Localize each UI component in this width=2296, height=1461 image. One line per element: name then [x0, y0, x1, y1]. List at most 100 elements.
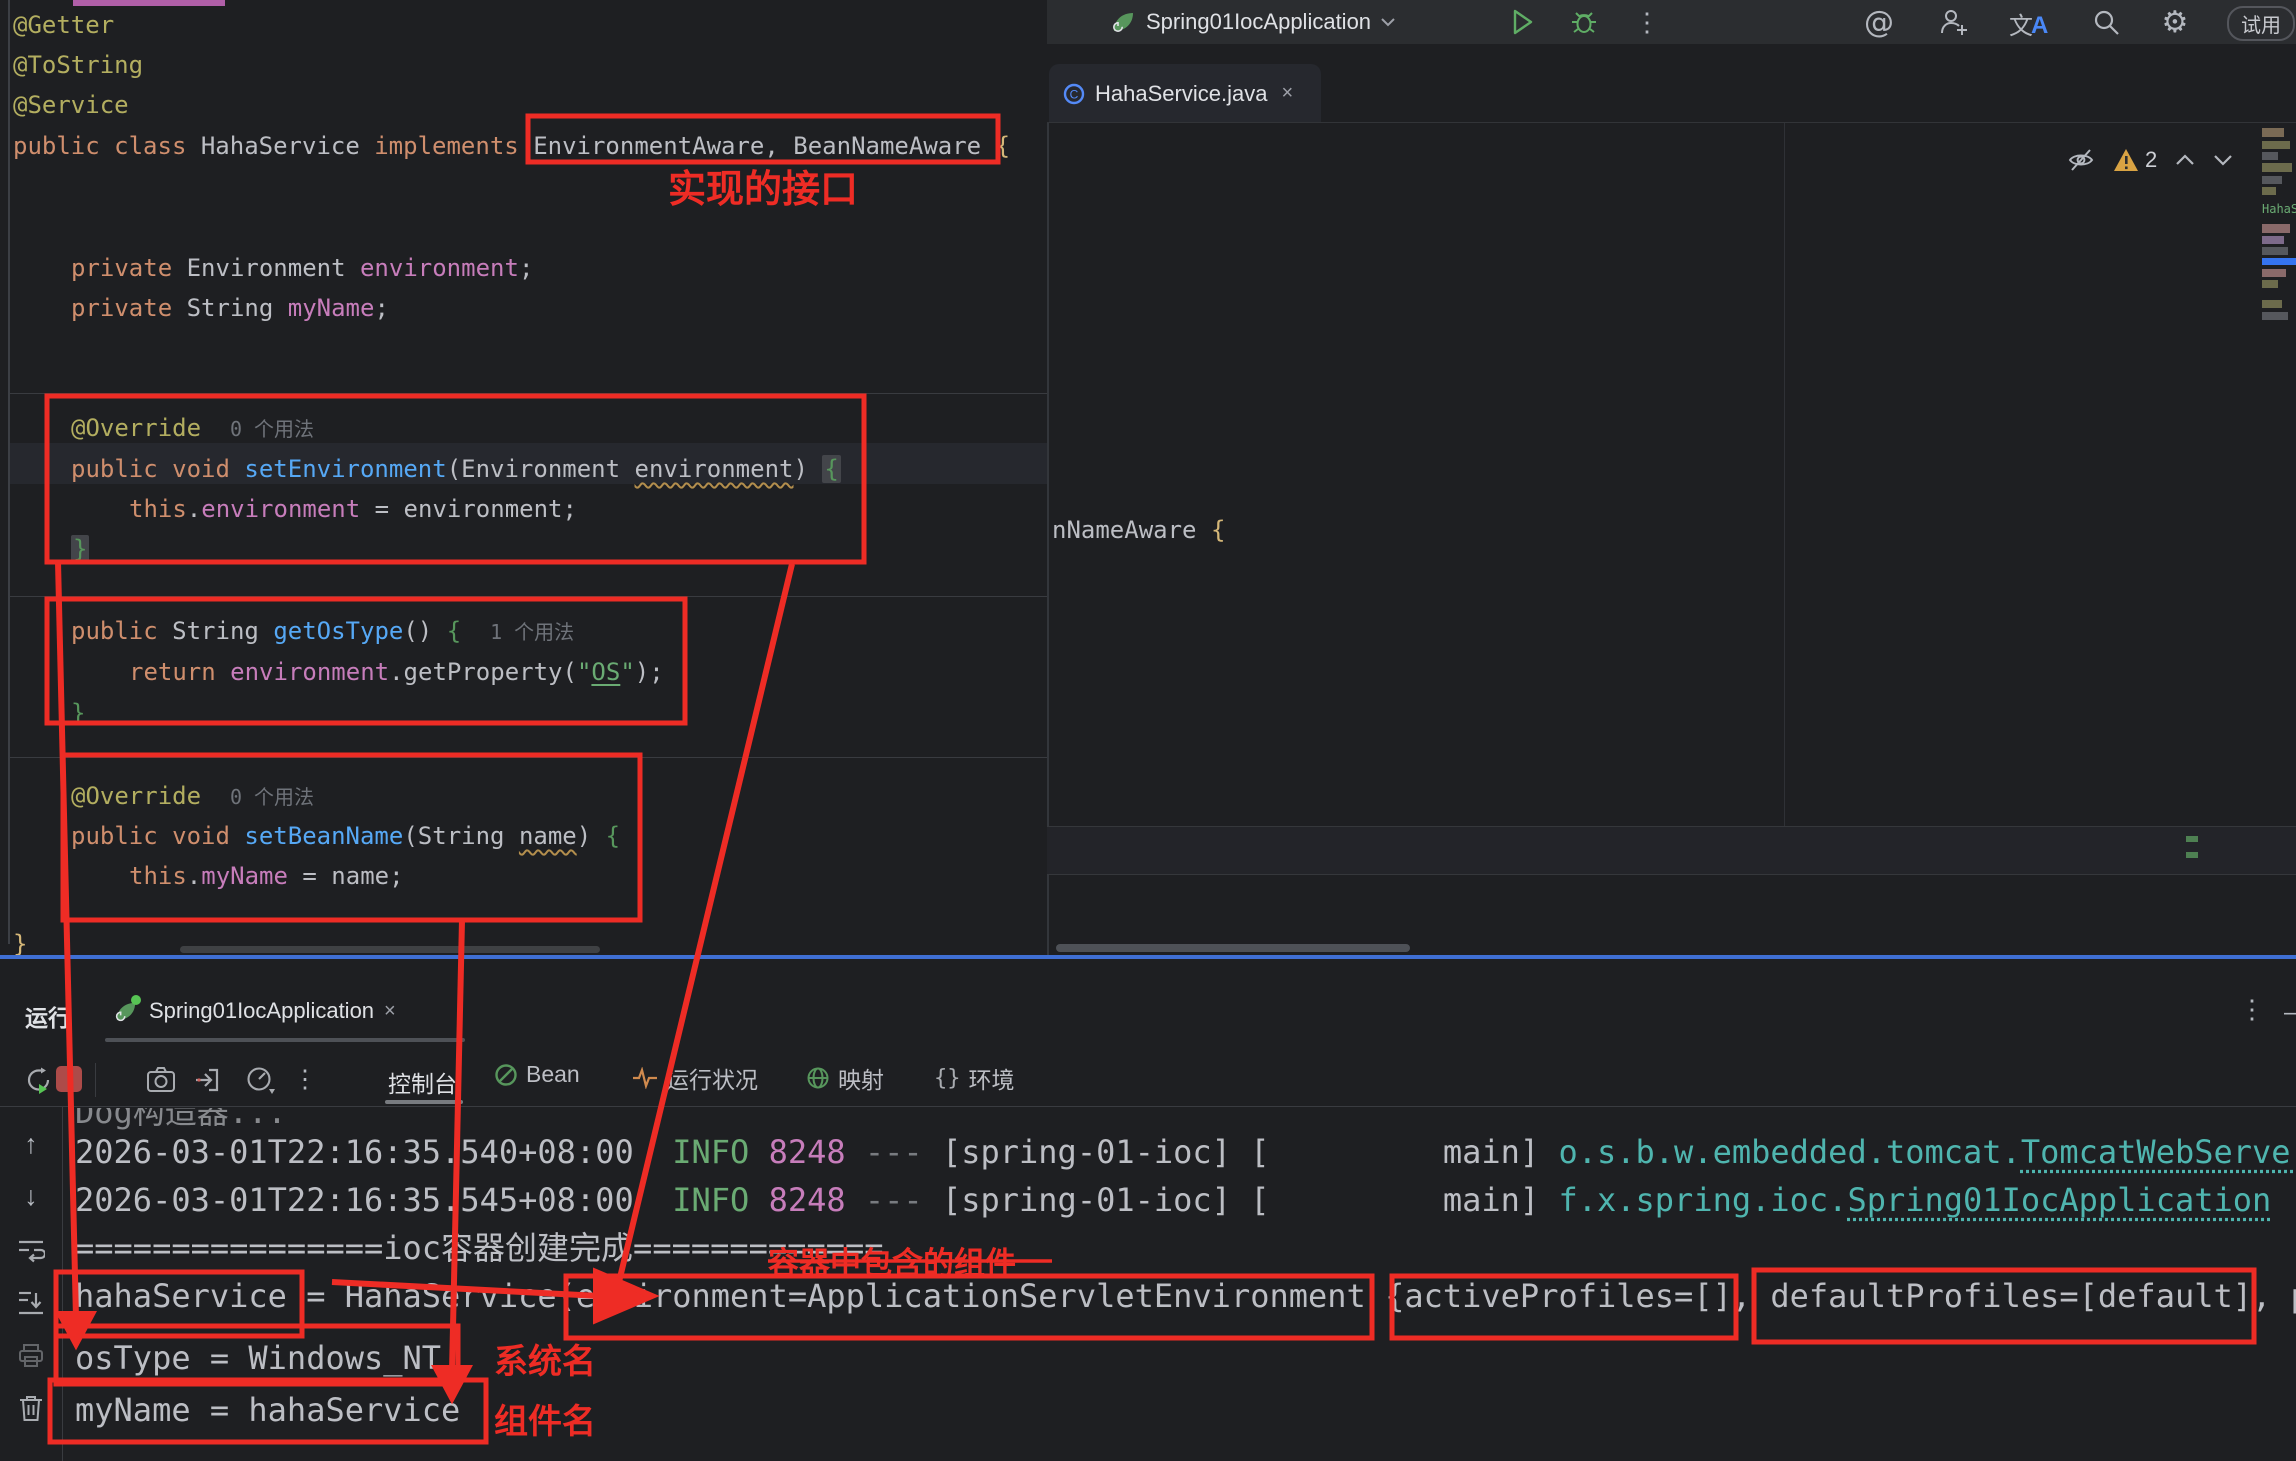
scroll-down-icon[interactable]: ↓	[16, 1181, 46, 1211]
code-line[interactable]: public String getOsType() { 1 个用法	[71, 611, 574, 652]
code-line[interactable]: @Service	[13, 85, 129, 125]
run-configuration-select[interactable]: Spring01IocApplication	[1109, 4, 1396, 40]
clear-console-icon[interactable]	[16, 1393, 46, 1423]
spring-boot-icon	[112, 998, 139, 1025]
scroll-up-icon[interactable]: ↑	[16, 1129, 46, 1159]
ide-window: @Getter @ToString @Service public class …	[0, 0, 2296, 1461]
annotation-component-label: 组件名	[494, 1394, 596, 1443]
prev-problem-icon[interactable]	[2175, 154, 2195, 166]
debug-button[interactable]	[1567, 6, 1601, 38]
tab-console[interactable]: 控制台	[388, 1065, 457, 1099]
code-line[interactable]: }	[71, 693, 85, 733]
trial-button[interactable]: 试用	[2227, 6, 2295, 41]
search-icon[interactable]	[2087, 4, 2125, 40]
run-tab[interactable]: Spring01IocApplication ×	[112, 989, 396, 1033]
tab-mappings[interactable]: 映射	[806, 1061, 884, 1095]
main-toolbar: Spring01IocApplication ⋮ @ 文 A ⚙ 试用	[1047, 0, 2296, 44]
run-title[interactable]: 运行	[25, 999, 71, 1033]
warnings-badge[interactable]: 2	[2113, 147, 2157, 173]
code-line[interactable]: @Override 0 个用法	[71, 776, 314, 817]
code-line[interactable]: this.myName = name;	[129, 856, 404, 896]
svg-text:C: C	[1070, 87, 1079, 101]
method-separator	[10, 596, 1047, 597]
stop-button[interactable]	[56, 1066, 82, 1092]
run-panel-more-icon[interactable]: ⋮	[2240, 991, 2264, 1027]
add-user-icon[interactable]	[1933, 4, 1973, 40]
thread-dump-icon[interactable]	[190, 1063, 224, 1097]
tab-title: HahaService.java	[1095, 81, 1267, 107]
minimap[interactable]: HahaSe	[2262, 128, 2296, 448]
change-marker	[2186, 852, 2198, 858]
run-button[interactable]	[1507, 7, 1539, 37]
annotation-interfaces-label: 实现的接口	[668, 158, 858, 213]
console-line: 2026-03-01T22:16:35.540+08:00 INFO 8248 …	[75, 1129, 2296, 1175]
chevron-down-icon	[1380, 17, 1396, 27]
inspection-widget: 2	[2067, 143, 2233, 177]
editor-tab-bar: C HahaService.java ×	[1047, 44, 2296, 123]
console-line: hahaService = HahaService(environment=Ap…	[75, 1273, 2296, 1319]
code-line[interactable]: public void setEnvironment(Environment e…	[71, 449, 841, 489]
tab-bean[interactable]: Bean	[494, 1061, 580, 1088]
tab-close-icon[interactable]: ×	[1281, 82, 1293, 105]
toolbar-divider	[95, 1063, 96, 1097]
toolbar-more-icon[interactable]: ⋮	[1635, 4, 1659, 40]
highlight-off-icon[interactable]	[2067, 146, 2095, 174]
spring-boot-icon	[1109, 8, 1137, 36]
minimap-class-label: HahaSe	[2262, 202, 2296, 216]
right-margin-guide	[1784, 123, 1785, 827]
settings-icon[interactable]: ⚙	[2155, 2, 2195, 42]
code-line-partial[interactable]: nNameAware {	[1052, 510, 1225, 550]
tab-environment[interactable]: {} 环境	[934, 1061, 1015, 1095]
rerun-button[interactable]	[22, 1063, 56, 1097]
screenshot-icon[interactable]	[144, 1063, 178, 1097]
run-configuration-name: Spring01IocApplication	[1146, 9, 1371, 35]
code-line[interactable]: private Environment environment;	[71, 248, 533, 288]
next-problem-icon[interactable]	[2213, 154, 2233, 166]
code-line[interactable]: public class HahaService implements Envi…	[13, 126, 1010, 166]
code-line[interactable]: public void setBeanName(String name) {	[71, 816, 620, 856]
method-separator	[10, 757, 1047, 758]
soft-wrap-icon[interactable]	[16, 1235, 46, 1265]
right-editor-hscrollbar[interactable]	[1056, 944, 1410, 952]
code-line[interactable]: @ToString	[13, 45, 143, 85]
health-pulse-icon	[632, 1067, 658, 1089]
class-icon: C	[1063, 83, 1085, 105]
scroll-to-end-icon[interactable]	[16, 1287, 46, 1317]
code-line[interactable]: }	[71, 529, 89, 569]
console-left-strip: ↑ ↓	[0, 1107, 63, 1461]
annotation-os-label: 系统名	[494, 1334, 596, 1383]
tab-hahaservice[interactable]: C HahaService.java ×	[1049, 64, 1321, 123]
translate-icon[interactable]: 文 A	[2009, 4, 2055, 40]
code-line[interactable]: private String myName;	[71, 288, 389, 328]
console-more-icon[interactable]: ⋮	[294, 1061, 316, 1097]
right-editor-pane: nNameAware { 2 HahaSe	[1047, 123, 2296, 955]
annotation-container-label: 容器中包含的组件	[768, 1238, 1016, 1283]
trial-label: 试用	[2241, 9, 2281, 38]
left-editor-hscrollbar[interactable]	[180, 946, 600, 953]
hide-panel-icon[interactable]: –	[2284, 999, 2296, 1027]
print-icon[interactable]	[16, 1341, 46, 1371]
console-top-border	[0, 1106, 2296, 1107]
console-line: myName = hahaService	[75, 1387, 460, 1433]
running-indicator	[131, 995, 141, 1005]
braces-icon: {}	[934, 1066, 961, 1091]
console-line: osType = Windows_NT	[75, 1335, 441, 1381]
code-line[interactable]: return environment.getProperty("OS");	[129, 652, 664, 692]
globe-icon	[806, 1066, 830, 1090]
ai-assistant-icon[interactable]: @	[1859, 2, 1899, 42]
run-tab-underline	[105, 1038, 465, 1042]
code-line[interactable]: this.environment = environment;	[129, 489, 577, 529]
run-tab-close-icon[interactable]: ×	[384, 1000, 396, 1023]
change-marker	[2186, 836, 2198, 842]
bean-icon	[494, 1063, 518, 1087]
code-line[interactable]: @Getter	[13, 5, 114, 45]
tab-health[interactable]: 运行状况	[632, 1061, 758, 1095]
console-output[interactable]: Dog构造器... 2026-03-01T22:16:35.540+08:00 …	[63, 1108, 2296, 1461]
warning-count: 2	[2145, 147, 2157, 173]
left-editor-pane: @Getter @ToString @Service public class …	[0, 0, 1047, 955]
code-line[interactable]: }	[13, 924, 27, 955]
code-line[interactable]: @Override 0 个用法	[71, 408, 314, 449]
profiler-icon[interactable]	[242, 1063, 280, 1097]
run-tab-title: Spring01IocApplication	[149, 998, 374, 1024]
editor-bottom-band	[1047, 826, 2296, 875]
